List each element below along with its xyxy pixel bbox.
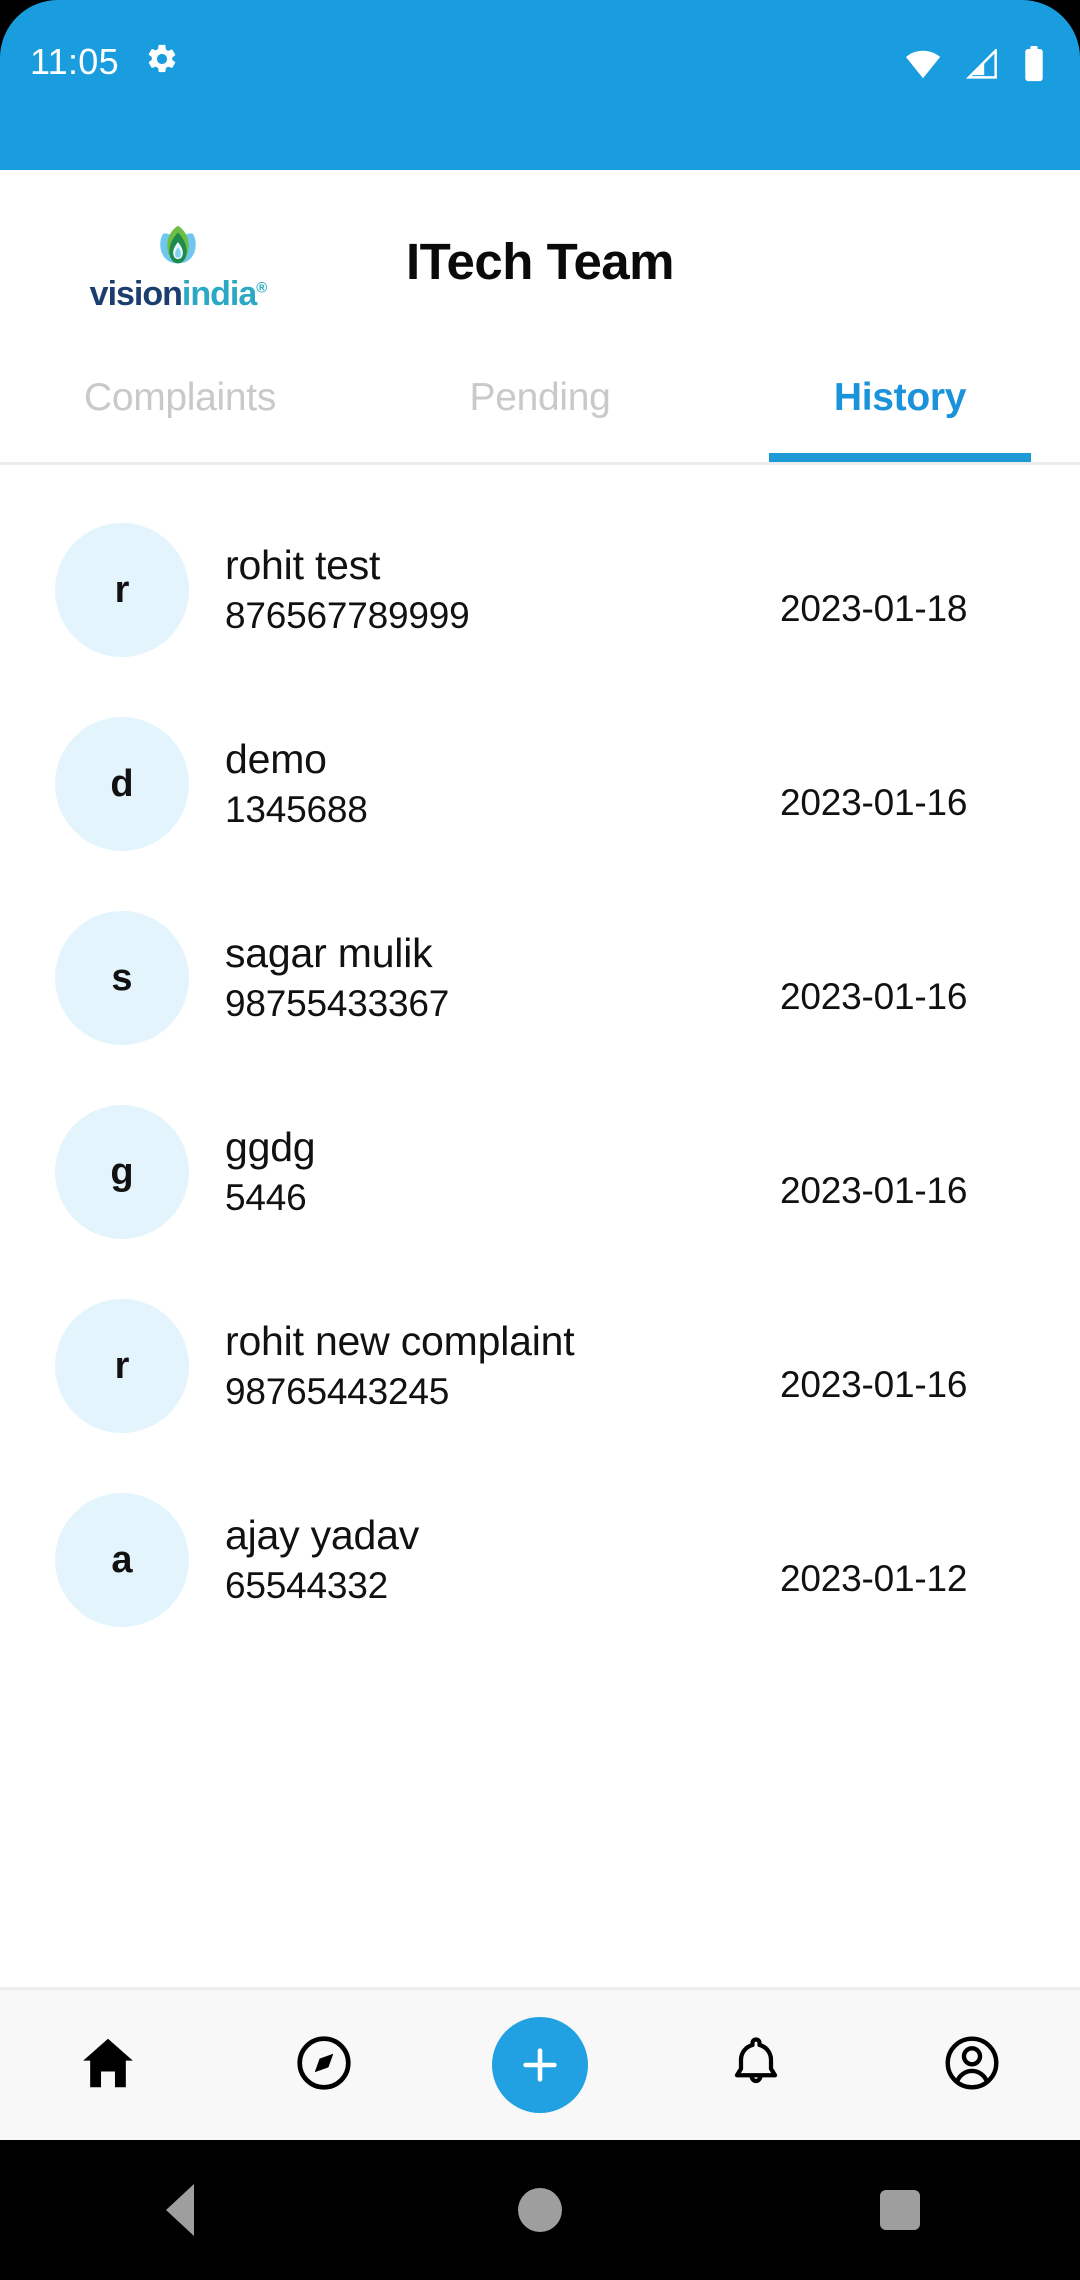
nav-item-explore[interactable]	[249, 2000, 399, 2130]
home-icon	[77, 2032, 139, 2099]
gear-icon	[145, 42, 179, 81]
page-title: ITech Team	[405, 233, 675, 290]
row-date: 2023-01-18	[780, 588, 968, 629]
add-plus-icon[interactable]	[492, 2017, 588, 2113]
table-row[interactable]: s sagar mulik 98755433367 2023-01-16	[0, 881, 1080, 1075]
phone-screen: 11:05 visionindia® ITech Team Complaints…	[0, 0, 1080, 2280]
status-bar: 11:05	[0, 0, 1080, 170]
row-date: 2023-01-12	[780, 1558, 968, 1599]
home-circle-icon	[518, 2188, 562, 2232]
cellular-signal-icon	[964, 47, 1000, 84]
row-content: rohit test 876567789999	[189, 541, 780, 640]
battery-icon	[1022, 46, 1046, 87]
history-list[interactable]: r rohit test 876567789999 2023-01-18 d d…	[0, 465, 1080, 1987]
bottom-navigation-bar	[0, 1987, 1080, 2140]
row-phone: 98765443245	[225, 1371, 450, 1413]
row-date: 2023-01-16	[780, 1364, 968, 1405]
avatar: a	[55, 1493, 189, 1627]
row-name: rohit new complaint	[225, 1317, 575, 1364]
tab-complaints[interactable]: Complaints	[0, 370, 360, 462]
avatar: g	[55, 1105, 189, 1239]
status-bar-left: 11:05	[30, 42, 179, 81]
table-row[interactable]: r rohit test 876567789999 2023-01-18	[0, 493, 1080, 687]
row-content: ggdg 5446	[189, 1123, 780, 1222]
android-navigation-bar	[0, 2140, 1080, 2280]
avatar: r	[55, 1299, 189, 1433]
table-row[interactable]: g ggdg 5446 2023-01-16	[0, 1075, 1080, 1269]
row-name: ggdg	[225, 1123, 316, 1170]
row-name: rohit test	[225, 541, 381, 588]
back-triangle-icon	[166, 2184, 194, 2236]
row-phone: 876567789999	[225, 595, 470, 637]
row-phone: 1345688	[225, 789, 368, 831]
row-date: 2023-01-16	[780, 782, 968, 823]
row-name: sagar mulik	[225, 929, 433, 976]
row-content: demo 1345688	[189, 735, 780, 834]
avatar: d	[55, 717, 189, 851]
tab-pending[interactable]: Pending	[360, 370, 720, 462]
android-home-button[interactable]	[465, 2140, 615, 2280]
nav-item-home[interactable]	[33, 2000, 183, 2130]
table-row[interactable]: r rohit new complaint 98765443245 2023-0…	[0, 1269, 1080, 1463]
android-back-button[interactable]	[105, 2140, 255, 2280]
row-phone: 5446	[225, 1177, 307, 1219]
nav-item-profile[interactable]	[897, 2000, 1047, 2130]
nav-item-add[interactable]	[465, 2000, 615, 2130]
tab-bar: Complaints Pending History	[0, 370, 1080, 462]
status-bar-right	[904, 42, 1046, 87]
bell-icon	[726, 2033, 786, 2098]
wifi-icon	[904, 49, 942, 84]
compass-icon	[293, 2032, 355, 2099]
row-phone: 65544332	[225, 1565, 389, 1607]
android-recents-button[interactable]	[825, 2140, 975, 2280]
row-content: ajay yadav 65544332	[189, 1511, 780, 1610]
row-content: sagar mulik 98755433367	[189, 929, 780, 1028]
row-name: demo	[225, 735, 327, 782]
tab-history[interactable]: History	[720, 370, 1080, 462]
recents-square-icon	[880, 2190, 920, 2230]
row-content: rohit new complaint 98765443245	[189, 1317, 780, 1416]
avatar: s	[55, 911, 189, 1045]
row-date: 2023-01-16	[780, 1170, 968, 1211]
avatar: r	[55, 523, 189, 657]
status-bar-clock: 11:05	[30, 40, 119, 82]
row-phone: 98755433367	[225, 983, 450, 1025]
table-row[interactable]: d demo 1345688 2023-01-16	[0, 687, 1080, 881]
profile-icon	[941, 2032, 1003, 2099]
row-name: ajay yadav	[225, 1511, 420, 1558]
app-header: visionindia® ITech Team	[0, 170, 1080, 370]
nav-item-notifications[interactable]	[681, 2000, 831, 2130]
table-row[interactable]: a ajay yadav 65544332 2023-01-12	[0, 1463, 1080, 1657]
row-date: 2023-01-16	[780, 976, 968, 1017]
